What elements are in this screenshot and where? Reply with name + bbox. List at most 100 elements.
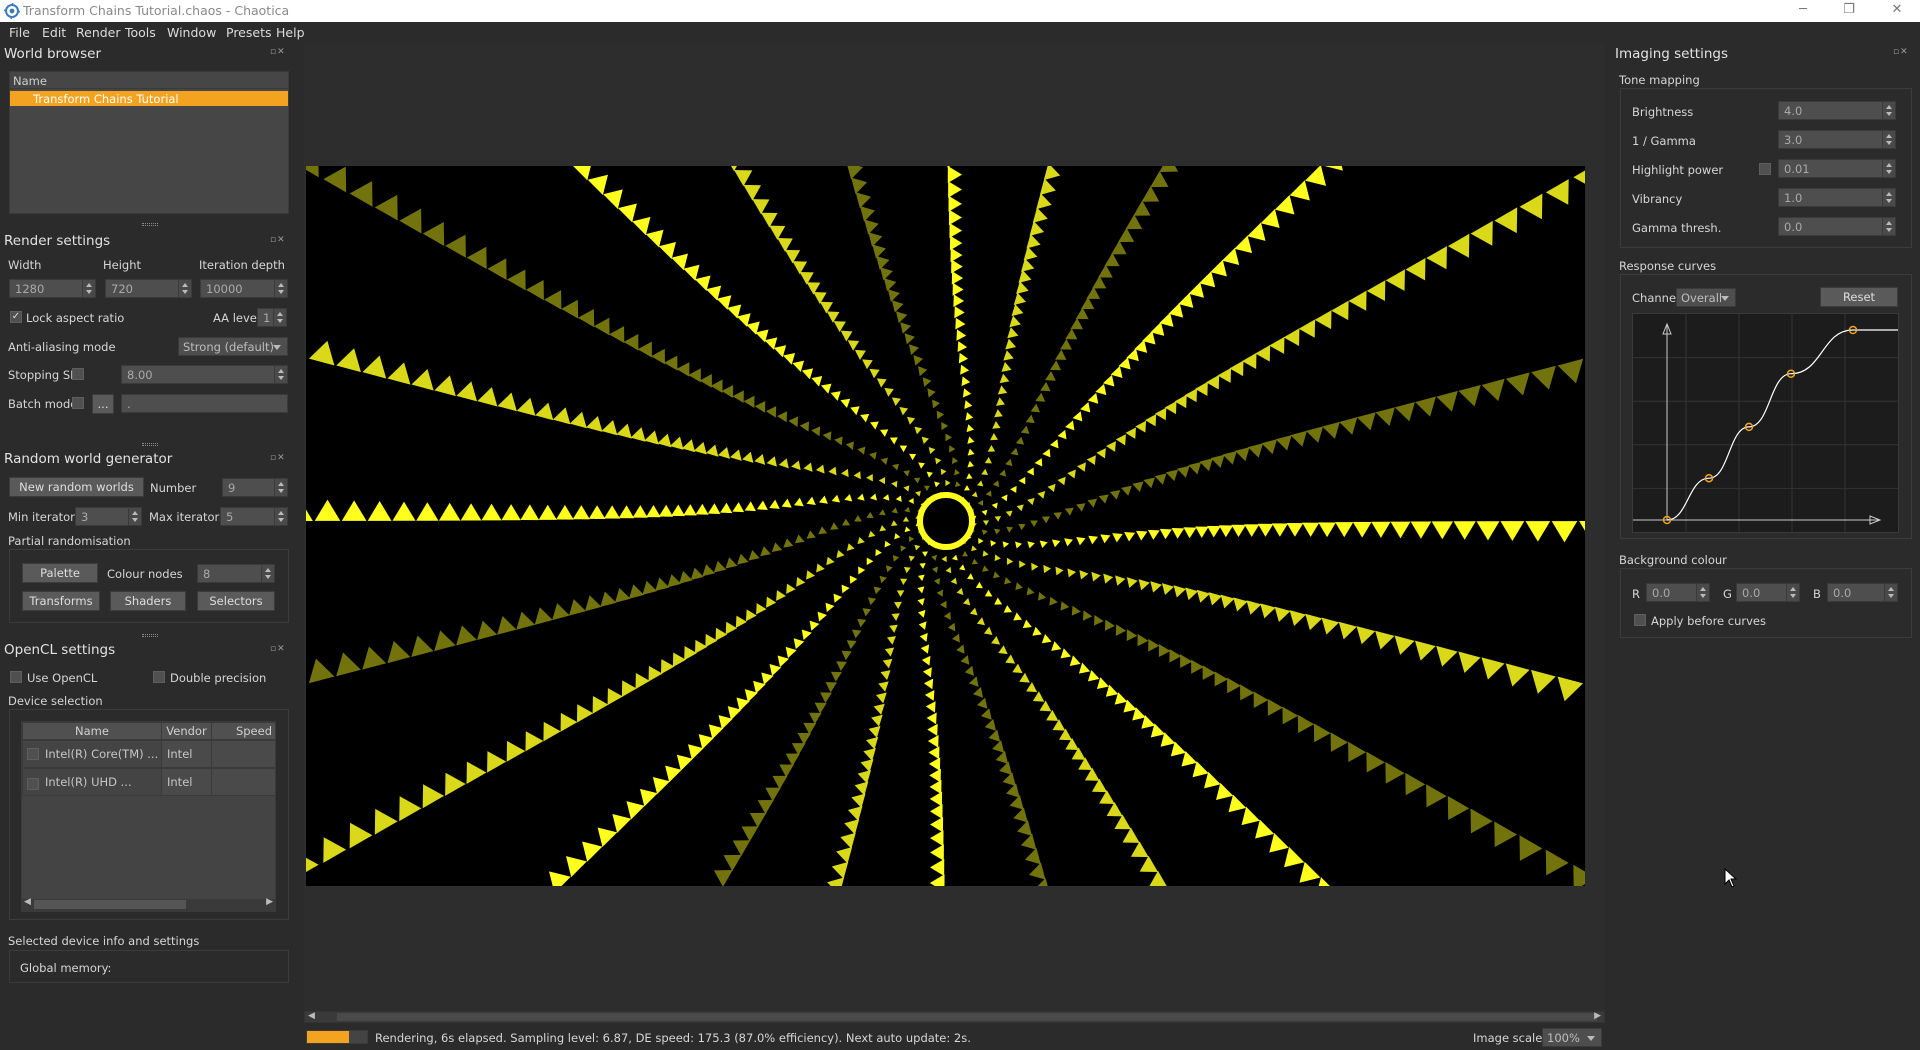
aa-mode-label: Anti-aliasing mode (8, 340, 116, 354)
min-iterators-spinbox[interactable]: 3 (75, 507, 142, 526)
restore-button[interactable]: ❐ (1826, 0, 1872, 22)
dock-float-close-icon[interactable]: ▫✕ (270, 235, 292, 245)
red-spinbox[interactable]: 0.0 (1646, 583, 1710, 602)
menu-edit[interactable]: Edit (42, 25, 66, 40)
gamma-thresh-spinbox[interactable]: 0.0 (1778, 217, 1896, 236)
channel-dropdown[interactable]: Overall (1676, 288, 1736, 307)
splitter-handle[interactable] (142, 634, 158, 637)
double-precision-checkbox[interactable] (153, 671, 165, 683)
splitter-handle[interactable] (142, 443, 158, 446)
menu-help[interactable]: Help (276, 25, 305, 40)
apply-before-curves-checkbox[interactable] (1634, 614, 1646, 626)
highlight-power-spinbox[interactable]: 0.01 (1778, 159, 1896, 178)
dock-float-close-icon[interactable]: ▫✕ (270, 644, 292, 654)
red-label: R (1632, 587, 1640, 601)
menu-window[interactable]: Window (167, 25, 216, 40)
batch-path-field[interactable]: . (121, 394, 288, 413)
world-list-item[interactable]: Transform Chains Tutorial (10, 91, 288, 106)
world-list-header[interactable]: Name (10, 72, 288, 89)
selectors-button[interactable]: Selectors (197, 591, 275, 611)
close-button[interactable]: ✕ (1874, 0, 1920, 22)
menu-presets[interactable]: Presets (226, 25, 272, 40)
render-viewport[interactable] (304, 43, 1605, 1012)
number-spinbox[interactable]: 9 (222, 478, 288, 497)
iteration-depth-spinbox[interactable]: 10000 (200, 279, 288, 298)
scrollbar-thumb[interactable] (337, 1013, 1597, 1021)
device-table[interactable]: Name Vendor Speed Intel(R) Core(TM) ... … (21, 721, 276, 912)
device-name: Intel(R) UHD ... (22, 768, 162, 796)
colour-nodes-spinbox[interactable]: 8 (197, 564, 275, 583)
stopping-sl-spinbox[interactable]: 8.00 (121, 365, 288, 384)
transforms-button[interactable]: Transforms (22, 591, 100, 611)
image-scale-dropdown[interactable]: 100% (1542, 1028, 1602, 1047)
scroll-right-icon[interactable]: ▶ (266, 897, 273, 907)
spin-arrows-icon[interactable] (274, 280, 287, 297)
title-bar: Transform Chains Tutorial.chaos - Chaoti… (0, 0, 1920, 22)
dock-float-close-icon[interactable]: ▫✕ (270, 453, 292, 463)
spin-arrows-icon[interactable] (1882, 218, 1895, 235)
palette-button[interactable]: Palette (22, 563, 98, 583)
spin-arrows-icon[interactable] (273, 309, 286, 326)
device-col-vendor[interactable]: Vendor (161, 722, 212, 740)
spin-arrows-icon[interactable] (274, 479, 287, 496)
blue-spinbox[interactable]: 0.0 (1827, 583, 1898, 602)
menu-render[interactable]: Render (76, 25, 121, 40)
spin-arrows-icon[interactable] (82, 280, 95, 297)
red-value: 0.0 (1652, 586, 1671, 600)
gamma-thresh-label: Gamma thresh. (1632, 221, 1722, 235)
menu-tools[interactable]: Tools (125, 25, 156, 40)
shaders-button[interactable]: Shaders (110, 591, 186, 611)
spin-arrows-icon[interactable] (1884, 584, 1897, 601)
width-label: Width (8, 258, 42, 272)
new-random-worlds-button[interactable]: New random worlds (9, 477, 144, 497)
spin-arrows-icon[interactable] (274, 508, 287, 525)
world-list[interactable]: Name Transform Chains Tutorial (9, 71, 289, 214)
spin-arrows-icon[interactable] (274, 366, 287, 383)
highlight-power-label: Highlight power (1632, 163, 1724, 177)
use-opencl-label: Use OpenCL (27, 671, 98, 685)
scrollbar-thumb[interactable] (34, 900, 186, 909)
reset-curves-button[interactable]: Reset (1820, 287, 1898, 307)
spin-arrows-icon[interactable] (1882, 102, 1895, 119)
spin-arrows-icon[interactable] (128, 508, 141, 525)
spin-arrows-icon[interactable] (1696, 584, 1709, 601)
device-col-name[interactable]: Name (22, 722, 162, 740)
minimize-button[interactable]: ─ (1780, 0, 1826, 22)
aa-mode-dropdown[interactable]: Strong (default) (178, 337, 288, 356)
scroll-left-icon[interactable]: ◀ (308, 1011, 315, 1021)
scroll-right-icon[interactable]: ▶ (1594, 1011, 1601, 1021)
height-value: 720 (111, 282, 133, 296)
menu-file[interactable]: File (9, 25, 30, 40)
render-progress-bar (306, 1030, 368, 1044)
spin-arrows-icon[interactable] (1786, 584, 1799, 601)
green-spinbox[interactable]: 0.0 (1736, 583, 1800, 602)
batch-mode-checkbox[interactable] (72, 397, 84, 409)
viewport-scrollbar[interactable]: ◀ ▶ (304, 1011, 1605, 1023)
vibrancy-spinbox[interactable]: 1.0 (1778, 188, 1896, 207)
batch-browse-button[interactable]: ... (92, 394, 114, 414)
use-opencl-checkbox[interactable] (10, 671, 22, 683)
spin-arrows-icon[interactable] (178, 280, 191, 297)
brightness-spinbox[interactable]: 4.0 (1778, 101, 1896, 120)
splitter-handle[interactable] (142, 223, 158, 226)
lock-aspect-checkbox[interactable]: ✓ (10, 311, 22, 323)
gamma-spinbox[interactable]: 3.0 (1778, 130, 1896, 149)
render-image[interactable] (306, 166, 1585, 886)
scroll-left-icon[interactable]: ◀ (24, 897, 31, 907)
max-iterators-spinbox[interactable]: 5 (220, 507, 288, 526)
highlight-power-checkbox[interactable] (1759, 163, 1771, 175)
spin-arrows-icon[interactable] (261, 565, 274, 582)
response-curve-editor[interactable] (1632, 313, 1899, 533)
width-spinbox[interactable]: 1280 (9, 279, 96, 298)
spin-arrows-icon[interactable] (1882, 160, 1895, 177)
spin-arrows-icon[interactable] (1882, 131, 1895, 148)
stopping-sl-checkbox[interactable] (72, 368, 84, 380)
device-col-speed[interactable]: Speed (211, 722, 276, 740)
width-value: 1280 (15, 282, 45, 296)
device-table-scrollbar[interactable]: ◀ ▶ (22, 897, 275, 911)
dock-float-close-icon[interactable]: ▫✕ (270, 47, 292, 57)
aa-level-spinbox[interactable]: 1 (257, 308, 287, 327)
height-spinbox[interactable]: 720 (105, 279, 192, 298)
dock-float-close-icon[interactable]: ▫✕ (1893, 47, 1915, 57)
spin-arrows-icon[interactable] (1882, 189, 1895, 206)
